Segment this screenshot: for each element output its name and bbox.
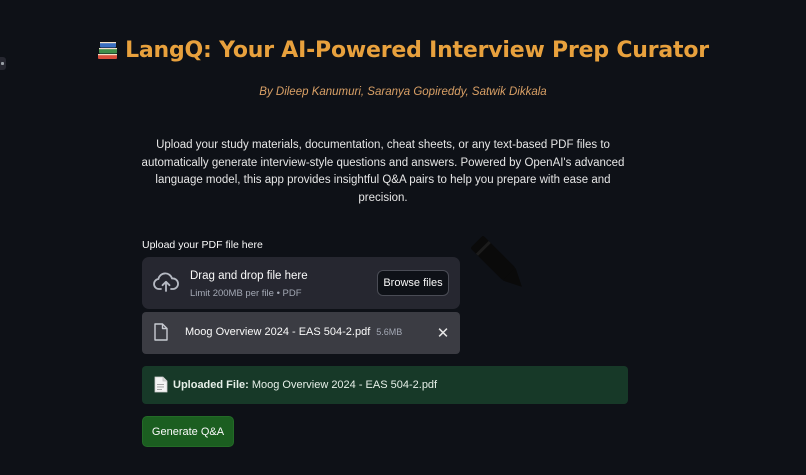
authors-line: By Dileep Kanumuri, Saranya Gopireddy, S… [259,86,547,98]
dropzone-limit: Limit 200MB per file • PDF [190,288,302,299]
generate-qa-button[interactable]: Generate Q&A [142,416,234,447]
file-dropzone[interactable]: Drag and drop file here Limit 200MB per … [142,257,460,309]
success-value: Moog Overview 2024 - EAS 504-2.pdf [251,379,438,391]
app-page: LangQ: Your AI-Powered Interview Prep Cu… [0,0,806,475]
cloud-upload-icon [152,272,180,299]
dropzone-title: Drag and drop file here [190,270,308,282]
page-title: LangQ: Your AI-Powered Interview Prep Cu… [0,38,806,66]
success-message: Uploaded File: Moog Overview 2024 - EAS … [173,379,437,391]
upload-success-alert: Uploaded File: Moog Overview 2024 - EAS … [142,366,628,404]
success-label: Uploaded File: [173,379,249,391]
file-icon [154,323,168,346]
app-description: Upload your study materials, documentati… [141,139,625,204]
title-text: LangQ: Your AI-Powered Interview Prep Cu… [125,38,709,63]
file-size: 5.6MB [376,327,403,337]
books-icon [97,40,119,66]
uploaded-file-name: Moog Overview 2024 - EAS 504-2.pdf 5.6MB [185,326,402,338]
close-icon[interactable]: ✕ [434,324,452,342]
document-icon [154,376,168,398]
upload-label: Upload your PDF file here [142,239,263,251]
uploaded-file-row: Moog Overview 2024 - EAS 504-2.pdf 5.6MB … [142,312,460,354]
file-name-text: Moog Overview 2024 - EAS 504-2.pdf [185,326,371,338]
browse-files-button[interactable]: Browse files [377,270,449,296]
pencil-icon [469,234,531,301]
